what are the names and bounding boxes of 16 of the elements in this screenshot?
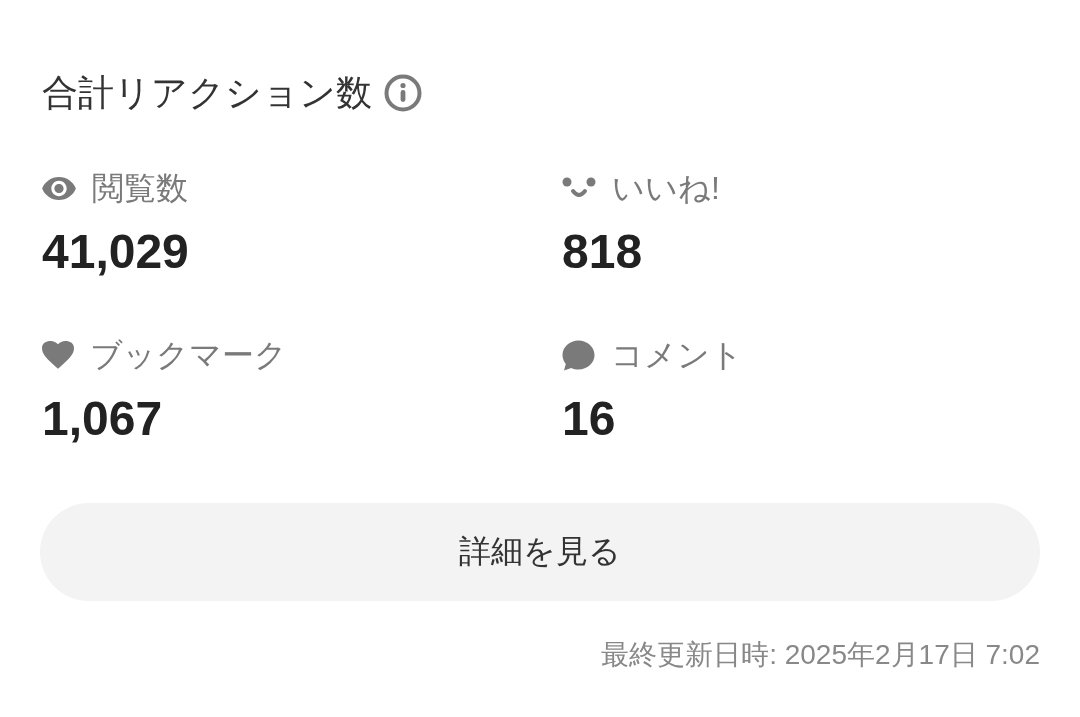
card-title: 合計リアクション数 xyxy=(42,71,372,115)
stat-label: ブックマーク xyxy=(90,336,287,375)
eye-icon xyxy=(42,176,76,200)
info-icon[interactable] xyxy=(384,74,422,112)
heart-icon xyxy=(42,341,74,369)
stat-label: 閲覧数 xyxy=(92,169,188,208)
last-updated-text: 最終更新日時: 2025年2月17日 7:02 xyxy=(601,638,1040,672)
stat-value: 1,067 xyxy=(42,391,163,447)
smiley-icon xyxy=(562,177,596,199)
speech-bubble-icon xyxy=(562,339,595,371)
stat-value: 16 xyxy=(562,391,616,447)
details-button[interactable]: 詳細を見る xyxy=(40,503,1040,601)
stat-label: いいね! xyxy=(612,169,720,208)
stat-label: コメント xyxy=(611,336,743,375)
stat-value: 818 xyxy=(562,224,643,280)
stat-value: 41,029 xyxy=(42,224,189,280)
